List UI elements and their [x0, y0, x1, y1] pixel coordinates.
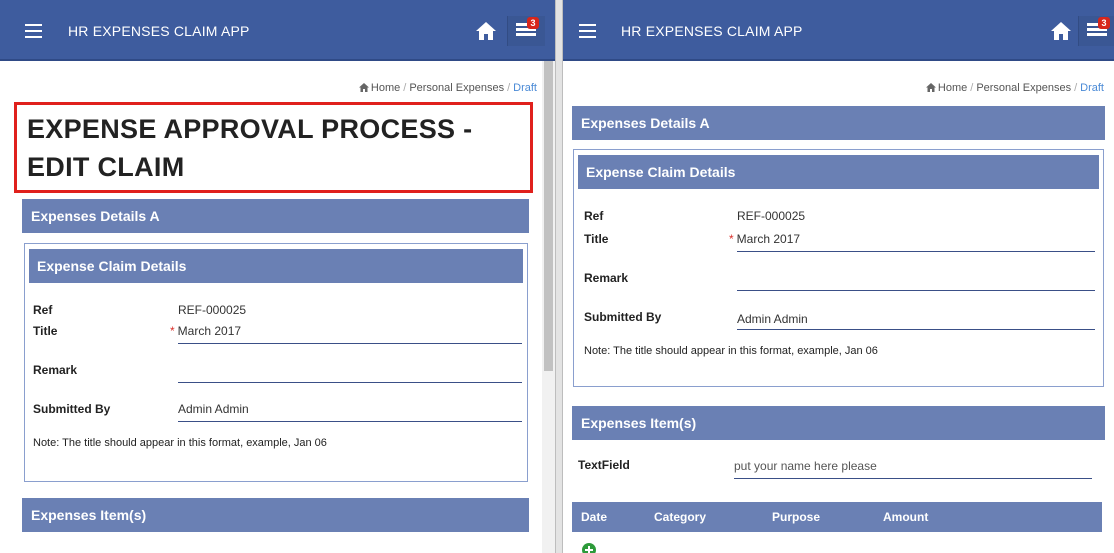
- title-field[interactable]: * March 2017: [170, 324, 241, 338]
- column-category[interactable]: Category: [654, 502, 706, 532]
- title-label: Title: [584, 232, 609, 246]
- title-label: Title: [33, 324, 58, 338]
- required-marker: *: [170, 324, 175, 338]
- page-title-highlight: EXPENSE APPROVAL PROCESS - EDIT CLAIM: [14, 102, 533, 193]
- ref-label: Ref: [584, 209, 604, 223]
- column-date[interactable]: Date: [581, 502, 607, 532]
- notifications-button[interactable]: 3: [1078, 16, 1114, 46]
- textfield-underline: [734, 478, 1092, 479]
- app-title: HR EXPENSES CLAIM APP: [68, 23, 250, 39]
- title-field[interactable]: * March 2017: [729, 232, 800, 246]
- remark-underline: [737, 290, 1095, 291]
- title-underline: [178, 343, 522, 344]
- hamburger-icon[interactable]: [25, 24, 42, 38]
- textfield-label: TextField: [578, 458, 630, 472]
- textfield-input[interactable]: put your name here please: [734, 459, 877, 473]
- breadcrumb-home[interactable]: Home: [938, 82, 967, 94]
- submitted-by-underline: [737, 329, 1095, 330]
- section-expenses-details-a[interactable]: Expenses Details A: [572, 106, 1105, 140]
- submitted-by-label: Submitted By: [584, 310, 662, 324]
- claim-details-header[interactable]: Expense Claim Details: [29, 249, 523, 283]
- claim-details-header[interactable]: Expense Claim Details: [578, 155, 1099, 189]
- claim-details-card: Expense Claim Details Ref REF-000025 Tit…: [24, 243, 528, 482]
- breadcrumb: Home / Personal Expenses / Draft: [925, 82, 1104, 94]
- required-marker: *: [729, 232, 734, 246]
- remark-underline: [178, 382, 522, 383]
- title-format-note: Note: The title should appear in this fo…: [33, 437, 327, 449]
- breadcrumb-personal-expenses[interactable]: Personal Expenses: [409, 82, 504, 94]
- ref-label: Ref: [33, 303, 53, 317]
- ref-value: REF-000025: [737, 209, 806, 223]
- page-title: EXPENSE APPROVAL PROCESS - EDIT CLAIM: [27, 110, 527, 186]
- notifications-button[interactable]: 3: [507, 16, 545, 46]
- title-underline: [737, 251, 1095, 252]
- hamburger-icon[interactable]: [579, 24, 596, 38]
- breadcrumb-personal-expenses[interactable]: Personal Expenses: [976, 82, 1071, 94]
- remark-label: Remark: [584, 271, 629, 285]
- submitted-by-label: Submitted By: [33, 402, 111, 416]
- left-pane: HR EXPENSES CLAIM APP 3 Home / Personal Ex…: [0, 0, 555, 553]
- notification-badge: 3: [527, 17, 539, 29]
- page-title-line-2: EDIT CLAIM: [27, 152, 185, 182]
- claim-details-card: Expense Claim Details Ref REF-000025 Tit…: [573, 149, 1104, 387]
- app-title: HR EXPENSES CLAIM APP: [621, 23, 803, 39]
- breadcrumb-home[interactable]: Home: [371, 82, 400, 94]
- pane-divider: [555, 0, 563, 553]
- add-circle-icon[interactable]: [582, 543, 596, 553]
- title-value: March 2017: [736, 232, 801, 246]
- left-scrollbar-thumb[interactable]: [544, 61, 553, 371]
- column-amount[interactable]: Amount: [883, 502, 928, 532]
- right-pane: HR EXPENSES CLAIM APP 3 Home / Personal Ex…: [563, 0, 1114, 553]
- breadcrumb-home-icon: [358, 83, 369, 92]
- title-value: March 2017: [177, 324, 242, 338]
- home-icon[interactable]: [1049, 19, 1073, 43]
- home-icon[interactable]: [474, 19, 498, 43]
- expense-items-table-header: Date Category Purpose Amount: [572, 502, 1102, 532]
- notification-badge: 3: [1098, 17, 1110, 29]
- title-format-note: Note: The title should appear in this fo…: [584, 345, 878, 357]
- breadcrumb-current: Draft: [1080, 82, 1104, 94]
- submitted-by-value: Admin Admin: [178, 402, 249, 416]
- section-expenses-items[interactable]: Expenses Item(s): [572, 406, 1105, 440]
- column-purpose[interactable]: Purpose: [772, 502, 820, 532]
- breadcrumb-home-icon: [925, 83, 936, 92]
- top-navbar: HR EXPENSES CLAIM APP 3: [0, 0, 555, 61]
- top-navbar: HR EXPENSES CLAIM APP 3: [563, 0, 1114, 61]
- breadcrumb-current: Draft: [513, 82, 537, 94]
- section-expenses-items[interactable]: Expenses Item(s): [22, 498, 529, 532]
- breadcrumb: Home / Personal Expenses / Draft: [358, 82, 537, 94]
- submitted-by-underline: [178, 421, 522, 422]
- page-title-line-1: EXPENSE APPROVAL PROCESS -: [27, 114, 473, 144]
- ref-value: REF-000025: [178, 303, 247, 317]
- section-expenses-details-a[interactable]: Expenses Details A: [22, 199, 529, 233]
- submitted-by-value: Admin Admin: [737, 312, 808, 326]
- remark-label: Remark: [33, 363, 78, 377]
